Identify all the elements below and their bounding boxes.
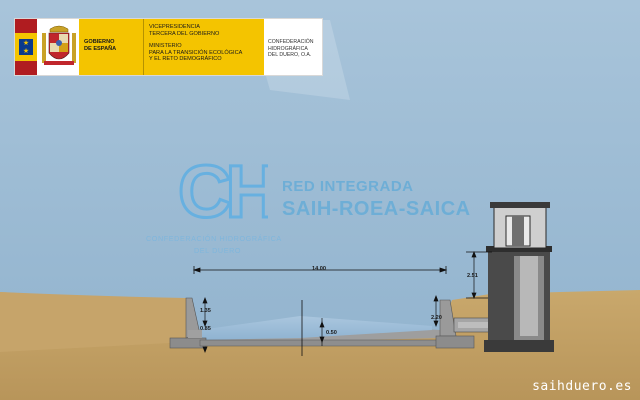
network-title: RED INTEGRADA (282, 178, 414, 195)
hut-door (512, 216, 524, 246)
gov-line-1: GOBIERNO (84, 39, 115, 45)
coat-of-arms-icon (40, 23, 78, 71)
gov-line-2: DE ESPAÑA (84, 46, 117, 52)
conf-line-1: CONFEDERACIÓN (268, 39, 314, 45)
tower-height-label: 2.51 (467, 273, 478, 279)
chd-logo-text: CHD (178, 150, 268, 225)
well-foot (484, 340, 554, 352)
left-bank (0, 292, 190, 352)
station-diagram: ★ ★ GOBIERNO DE ESPAÑA VICEPRESIDENCIA TE… (0, 0, 640, 400)
org-name-line-1: CONFEDERACIÓN HIDROGRÁFICA (146, 234, 282, 243)
government-header: ★ ★ GOBIERNO DE ESPAÑA VICEPRESIDENCIA TE… (14, 18, 323, 76)
org-name-line-2: DEL DUERO (194, 246, 242, 255)
ministry-line-1: VICEPRESIDENCIA (149, 24, 200, 30)
ministry-line-5: Y EL RETO DEMOGRÁFICO (149, 56, 222, 63)
well-inner (520, 256, 538, 336)
gobierno-block: GOBIERNO DE ESPAÑA (79, 19, 143, 75)
center-depth-label: 0.50 (326, 330, 337, 336)
left-base-label: 0.85 (200, 326, 211, 332)
left-depth-label: 1.35 (200, 308, 211, 314)
base-slab (199, 339, 441, 347)
chd-logo-icon: CHD (177, 149, 269, 226)
website-url: saihduero.es (532, 379, 632, 394)
ministry-line-3: MINISTERIO (149, 43, 182, 49)
right-depth-label: 2.20 (431, 315, 442, 321)
ministry-line-2: TERCERA DEL GOBIERNO (149, 30, 220, 37)
conf-line-2: HIDROGRÁFICA (268, 45, 308, 52)
confederacion-block: CONFEDERACIÓN HIDROGRÁFICA DEL DUERO, O.… (264, 19, 322, 75)
hut-roof (490, 202, 550, 208)
width-label: 14.00 (312, 266, 326, 272)
right-footing (435, 335, 475, 349)
ministry-block: VICEPRESIDENCIA TERCERA DEL GOBIERNO MIN… (143, 19, 265, 75)
conf-line-3: DEL DUERO, O.A. (268, 52, 312, 59)
eu-flag-icon: ★ ★ (19, 39, 33, 55)
network-subtitle: SAIH-ROEA-SAICA (282, 198, 471, 220)
